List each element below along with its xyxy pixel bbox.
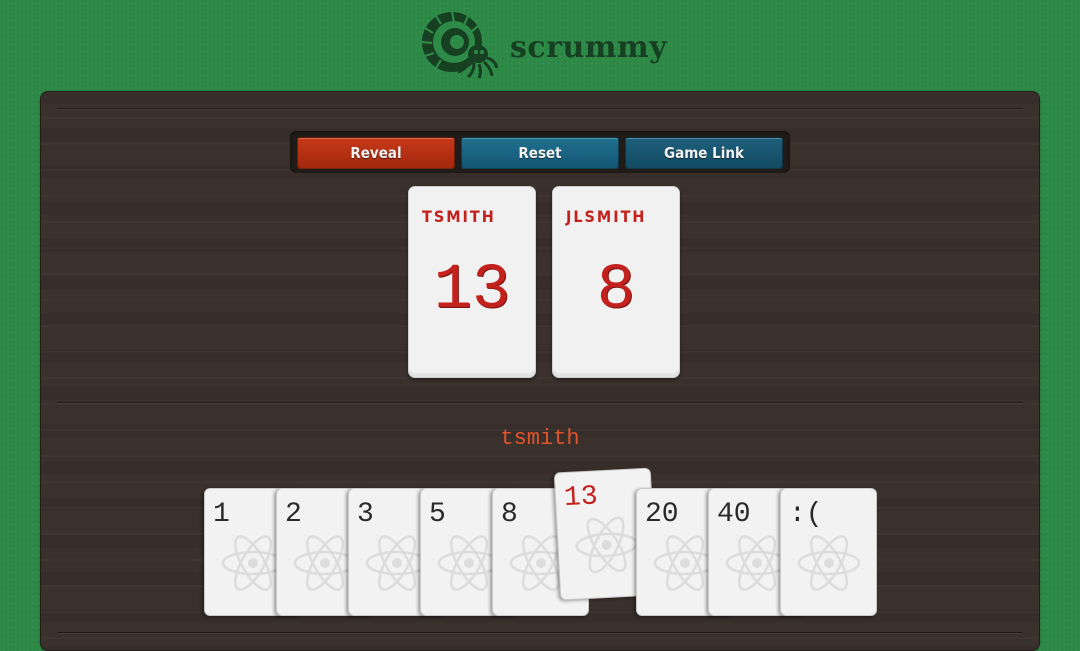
card-value: 1 <box>213 499 230 530</box>
vote-card[interactable]: :( <box>780 488 877 616</box>
player-name: JLSMITH <box>566 207 647 226</box>
player-name: TSMITH <box>422 207 496 226</box>
card-value: :( <box>789 499 823 530</box>
reveal-button[interactable]: Reveal <box>297 137 455 169</box>
player-card-tsmith: TSMITH 13 <box>408 186 536 378</box>
card-value: 5 <box>429 499 446 530</box>
nautilus-logo-icon <box>421 11 498 79</box>
reset-button[interactable]: Reset <box>461 137 619 169</box>
divider <box>58 632 1022 633</box>
card-value: 8 <box>501 499 518 530</box>
card-value: 3 <box>357 499 374 530</box>
brand-name: scrummy <box>510 30 668 65</box>
current-user-name: tsmith <box>500 426 580 451</box>
player-card-jlsmith: JLSMITH 8 <box>552 186 680 378</box>
card-value: 40 <box>717 499 751 530</box>
player-vote: 8 <box>596 255 636 327</box>
divider <box>58 402 1022 403</box>
control-bar: Reveal Reset Game Link <box>290 131 790 173</box>
card-value: 20 <box>645 499 679 530</box>
header: scrummy <box>0 0 1080 90</box>
game-link-button[interactable]: Game Link <box>625 137 783 169</box>
card-value: 13 <box>563 481 599 515</box>
divider <box>58 108 1022 109</box>
player-vote: 13 <box>433 255 511 327</box>
card-value: 2 <box>285 499 302 530</box>
